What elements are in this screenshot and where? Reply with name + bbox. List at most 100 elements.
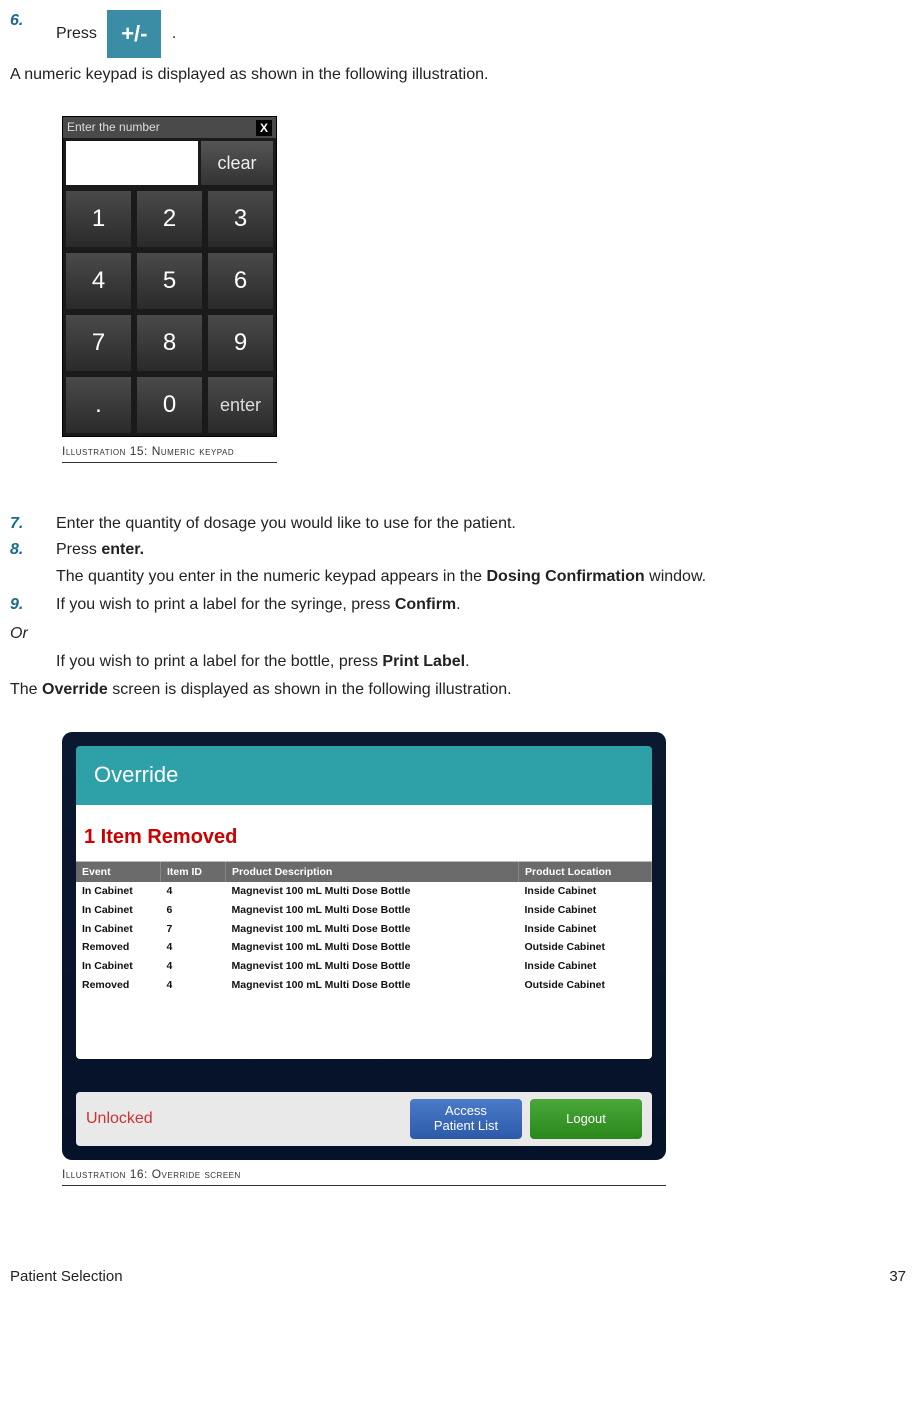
key-0[interactable]: 0 <box>137 377 202 433</box>
text: The quantity you enter in the numeric ke… <box>56 568 486 585</box>
step-number: 6. <box>10 10 56 32</box>
step-body: Press enter. <box>56 539 906 561</box>
table-row: In Cabinet4Magnevist 100 mL Multi Dose B… <box>76 957 652 976</box>
plus-minus-icon: +/- <box>107 10 161 58</box>
cell-event: Removed <box>76 938 161 957</box>
cell-loc: Inside Cabinet <box>519 957 652 976</box>
step-text: Press <box>56 541 101 558</box>
cell-loc: Outside Cabinet <box>519 976 652 995</box>
key-3[interactable]: 3 <box>208 191 273 247</box>
step-body: Press +/- . <box>56 10 906 58</box>
cell-desc: Magnevist 100 mL Multi Dose Bottle <box>226 976 519 995</box>
step-number: 9. <box>10 594 56 616</box>
keypad-titlebar: Enter the number X <box>63 117 276 138</box>
text: The <box>10 681 42 698</box>
cell-desc: Magnevist 100 mL Multi Dose Bottle <box>226 882 519 901</box>
bold: Confirm <box>395 596 456 613</box>
cell-desc: Magnevist 100 mL Multi Dose Bottle <box>226 920 519 939</box>
cell-event: In Cabinet <box>76 920 161 939</box>
text: . <box>465 653 469 670</box>
key-5[interactable]: 5 <box>137 253 202 309</box>
col-product-location: Product Location <box>519 862 652 883</box>
bold: Dosing Confirmation <box>486 568 644 585</box>
step-7: 7. Enter the quantity of dosage you woul… <box>10 513 906 535</box>
italic: Or <box>10 625 28 642</box>
close-icon[interactable]: X <box>256 120 272 136</box>
keypad-title: Enter the number <box>67 119 160 136</box>
footer-section: Patient Selection <box>10 1266 123 1287</box>
table-row: In Cabinet6Magnevist 100 mL Multi Dose B… <box>76 901 652 920</box>
key-6[interactable]: 6 <box>208 253 273 309</box>
cell-event: Removed <box>76 976 161 995</box>
cell-event: In Cabinet <box>76 901 161 920</box>
step-text: . <box>172 25 176 42</box>
override-screen-illustration: Override 1 Item Removed Event Item ID Pr… <box>62 732 666 1186</box>
cell-id: 4 <box>161 957 226 976</box>
text: If you wish to print a label for the bot… <box>56 653 382 670</box>
step-8: 8. Press enter. <box>10 539 906 561</box>
text: window. <box>645 568 706 585</box>
btn-line2: Patient List <box>434 1119 498 1133</box>
key-8[interactable]: 8 <box>137 315 202 371</box>
cell-loc: Inside Cabinet <box>519 920 652 939</box>
step-text: Enter the quantity of dosage you would l… <box>56 513 906 535</box>
cell-id: 6 <box>161 901 226 920</box>
step-6: 6. Press +/- . <box>10 10 906 58</box>
numeric-keypad-illustration: Enter the number X clear 1 2 3 4 5 6 7 8… <box>62 116 277 463</box>
key-enter[interactable]: enter <box>208 377 273 433</box>
override-frame: Override 1 Item Removed Event Item ID Pr… <box>62 732 666 1160</box>
key-4[interactable]: 4 <box>66 253 131 309</box>
keypad: Enter the number X clear 1 2 3 4 5 6 7 8… <box>62 116 277 437</box>
access-patient-list-button[interactable]: Access Patient List <box>410 1099 522 1139</box>
override-table: Event Item ID Product Description Produc… <box>76 862 652 995</box>
col-event: Event <box>76 862 161 883</box>
override-body: 1 Item Removed Event Item ID Product Des… <box>76 805 652 1059</box>
step-text: Press <box>56 25 97 42</box>
col-item-id: Item ID <box>161 862 226 883</box>
override-title: Override <box>76 746 652 805</box>
text: screen is displayed as shown in the foll… <box>108 681 512 698</box>
cell-desc: Magnevist 100 mL Multi Dose Bottle <box>226 957 519 976</box>
table-row: Removed4Magnevist 100 mL Multi Dose Bott… <box>76 976 652 995</box>
step-number: 7. <box>10 513 56 535</box>
logout-button[interactable]: Logout <box>530 1099 642 1139</box>
table-row: In Cabinet7Magnevist 100 mL Multi Dose B… <box>76 920 652 939</box>
cell-id: 4 <box>161 882 226 901</box>
cell-desc: Magnevist 100 mL Multi Dose Bottle <box>226 938 519 957</box>
table-row: Removed4Magnevist 100 mL Multi Dose Bott… <box>76 938 652 957</box>
col-product-description: Product Description <box>226 862 519 883</box>
step-number: 8. <box>10 539 56 561</box>
cell-id: 7 <box>161 920 226 939</box>
cell-loc: Inside Cabinet <box>519 901 652 920</box>
override-footer: Unlocked Access Patient List Logout <box>76 1092 652 1146</box>
override-banner: 1 Item Removed <box>76 805 652 862</box>
bold: Override <box>42 681 108 698</box>
key-dot[interactable]: . <box>66 377 131 433</box>
table-row: In Cabinet4Magnevist 100 mL Multi Dose B… <box>76 882 652 901</box>
text: . <box>456 596 460 613</box>
key-9[interactable]: 9 <box>208 315 273 371</box>
key-2[interactable]: 2 <box>137 191 202 247</box>
cell-loc: Outside Cabinet <box>519 938 652 957</box>
cell-id: 4 <box>161 938 226 957</box>
footer-page: 37 <box>889 1266 906 1287</box>
bold: Print Label <box>382 653 465 670</box>
cell-id: 4 <box>161 976 226 995</box>
page-footer: Patient Selection 37 <box>10 1266 906 1287</box>
key-1[interactable]: 1 <box>66 191 131 247</box>
btn-line1: Access <box>434 1104 498 1118</box>
cell-event: In Cabinet <box>76 882 161 901</box>
unlocked-status: Unlocked <box>86 1108 402 1130</box>
clear-button[interactable]: clear <box>201 141 273 185</box>
cell-event: In Cabinet <box>76 957 161 976</box>
step-6-followup: A numeric keypad is displayed as shown i… <box>10 64 906 86</box>
illustration-15-caption: Illustration 15: Numeric keypad <box>62 439 277 463</box>
key-7[interactable]: 7 <box>66 315 131 371</box>
cell-desc: Magnevist 100 mL Multi Dose Bottle <box>226 901 519 920</box>
cell-loc: Inside Cabinet <box>519 882 652 901</box>
keypad-input[interactable] <box>66 141 198 185</box>
step-8-followup: The quantity you enter in the numeric ke… <box>56 566 906 588</box>
step-9b: If you wish to print a label for the bot… <box>56 651 906 673</box>
step-9-or: Or <box>10 623 906 645</box>
step-bold: enter. <box>101 541 144 558</box>
